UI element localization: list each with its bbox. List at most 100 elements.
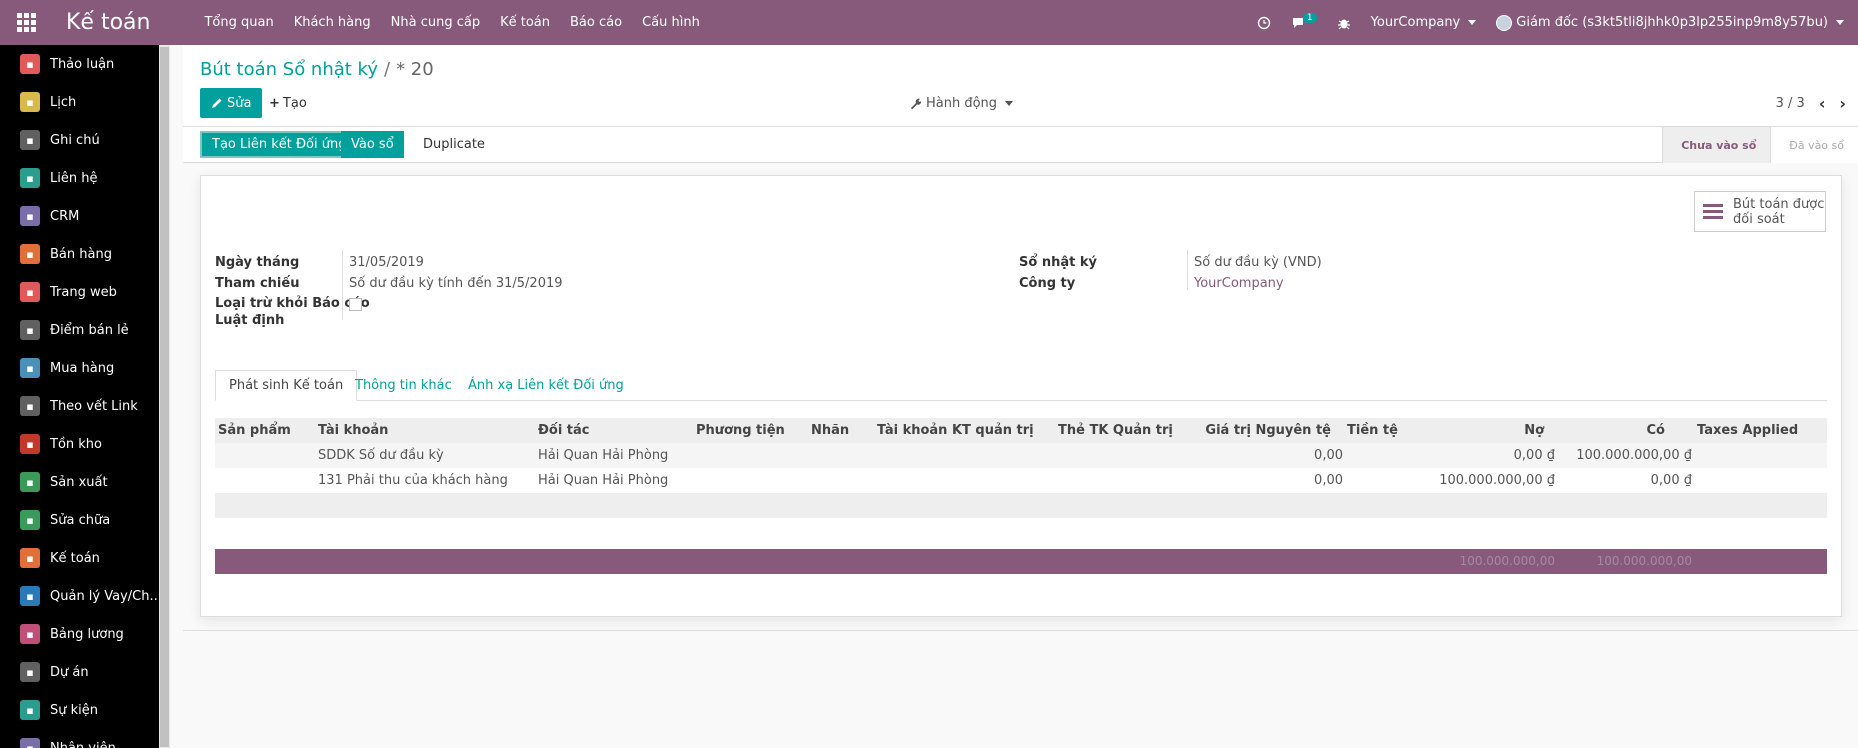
tab-counterpart-mapping[interactable]: Ánh xạ Liên kết Đối ứng <box>455 370 637 401</box>
pencil-icon <box>212 98 222 108</box>
sidebar-item-label: Điểm bán lẻ <box>50 322 129 338</box>
apps-menu-button[interactable] <box>0 0 52 45</box>
top-menu: Tổng quan Khách hàng Nhà cung cấp Kế toá… <box>194 15 709 30</box>
post-button[interactable]: Vào sổ <box>341 131 404 158</box>
company-link[interactable]: YourCompany <box>1194 276 1284 291</box>
company-switcher[interactable]: YourCompany <box>1371 15 1477 30</box>
app-sidebar: ▪ Thảo luận ▪ Lịch ▪ Ghi chú ▪ Liên hệ ▪ CRM ▪ Bán … <box>0 45 170 748</box>
journal-value: Số dư đầu kỳ (VND) <box>1194 255 1322 270</box>
chevron-right-icon[interactable]: › <box>1839 94 1846 113</box>
chat-icon: ▪ <box>20 54 40 74</box>
sidebar-item-15[interactable]: ▪ Bảng lương <box>0 615 170 653</box>
sidebar-item-label: Sản xuất <box>50 474 108 490</box>
caret-down-icon <box>1836 20 1844 25</box>
tab-other-info[interactable]: Thông tin khác <box>342 370 465 401</box>
sidebar-item-label: Trang web <box>50 284 117 300</box>
date-label: Ngày tháng <box>215 255 300 270</box>
grid-icon <box>16 13 36 32</box>
reconciled-entries-button[interactable]: Bút toán được đối soát <box>1694 191 1826 232</box>
menu-customers[interactable]: Khách hàng <box>284 15 381 30</box>
sidebar-item-10[interactable]: ▪ Tồn kho <box>0 425 170 463</box>
bug-icon[interactable] <box>1337 16 1351 30</box>
sidebar-item-17[interactable]: ▪ Sự kiện <box>0 691 170 729</box>
sidebar-item-3[interactable]: ▪ Liên hệ <box>0 159 170 197</box>
create-link-button[interactable]: Tạo Liên kết Đối ứng <box>200 131 359 158</box>
link-icon: ▪ <box>20 396 40 416</box>
menu-accounting[interactable]: Kế toán <box>490 15 560 30</box>
exclude-checkbox[interactable] <box>349 298 362 311</box>
menu-vendors[interactable]: Nhà cung cấp <box>381 15 490 30</box>
pager-value[interactable]: 3 / 3 <box>1776 96 1805 111</box>
exclude-label: Loại trừ khỏi Báo cáo Luật định <box>215 296 370 328</box>
menu-overview[interactable]: Tổng quan <box>194 15 283 30</box>
create-button[interactable]: + Tạo <box>269 88 307 118</box>
chart-icon: ▪ <box>20 244 40 264</box>
globe-icon: ▪ <box>20 282 40 302</box>
contact-icon: ▪ <box>20 168 40 188</box>
sidebar-item-label: Quản lý Vay/Ch... <box>50 588 162 604</box>
table-row[interactable]: SDDK Số dư đầu kỳ Hải Quan Hải Phòng 0,0… <box>215 443 1827 468</box>
stage-posted[interactable]: Đã vào sổ <box>1770 127 1858 163</box>
sidebar-item-11[interactable]: ▪ Sản xuất <box>0 463 170 501</box>
action-dropdown[interactable]: Hành động <box>909 88 1014 118</box>
card-icon: ▪ <box>20 358 40 378</box>
sidebar-item-9[interactable]: ▪ Theo vết Link <box>0 387 170 425</box>
app-brand: Kế toán <box>66 10 151 35</box>
sidebar-item-7[interactable]: ▪ Điểm bán lẻ <box>0 311 170 349</box>
sidebar-item-8[interactable]: ▪ Mua hàng <box>0 349 170 387</box>
journal-items-table: Sản phẩm Tài khoản Đối tác Phương tiện N… <box>215 418 1827 543</box>
main-content: Bút toán Sổ nhật ký / * 20 Sửa + Tạo Hành … <box>183 45 1858 748</box>
menu-reporting[interactable]: Báo cáo <box>560 15 632 30</box>
calendar-icon: ▪ <box>20 92 40 112</box>
sidebar-item-label: Bán hàng <box>50 246 112 262</box>
pos-icon: ▪ <box>20 320 40 340</box>
company-name: YourCompany <box>1370 15 1461 30</box>
user-menu[interactable]: Giám đốc (s3kt5tli8jhhk0p3lp255inp9m8y57… <box>1496 14 1844 31</box>
sidebar-item-label: Mua hàng <box>50 360 115 376</box>
sidebar-item-18[interactable]: ▪ Nhân viên <box>0 729 170 748</box>
sidebar-item-16[interactable]: ▪ Dự án <box>0 653 170 691</box>
sidebar-item-label: CRM <box>50 208 80 224</box>
sidebar-item-label: Lịch <box>50 94 77 110</box>
notebook-tabs: Phát sinh Kế toán Thông tin khác Ánh xạ … <box>215 370 1827 401</box>
status-stages: Chưa vào sổ Đã vào sổ <box>1662 127 1858 163</box>
table-header: Sản phẩm Tài khoản Đối tác Phương tiện N… <box>215 418 1827 443</box>
control-panel: Bút toán Sổ nhật ký / * 20 Sửa + Tạo Hành … <box>183 45 1858 127</box>
messages-badge: 1 <box>1302 12 1317 23</box>
sidebar-item-2[interactable]: ▪ Ghi chú <box>0 121 170 159</box>
breadcrumb-current: * 20 <box>396 59 434 80</box>
messages-button[interactable]: 1 <box>1291 12 1317 30</box>
plus-icon: + <box>269 95 280 111</box>
box-icon: ▪ <box>20 434 40 454</box>
edit-button[interactable]: Sửa <box>200 88 263 118</box>
sidebar-item-4[interactable]: ▪ CRM <box>0 197 170 235</box>
ref-value: Số dư đầu kỳ tính đến 31/5/2019 <box>349 276 563 291</box>
sidebar-item-12[interactable]: ▪ Sửa chữa <box>0 501 170 539</box>
chevron-left-icon[interactable]: ‹ <box>1819 94 1826 113</box>
breadcrumb: Bút toán Sổ nhật ký / * 20 <box>200 59 434 80</box>
top-navbar: Kế toán Tổng quan Khách hàng Nhà cung cấ… <box>0 0 1858 45</box>
duplicate-button[interactable]: Duplicate <box>413 131 495 158</box>
sidebar-item-6[interactable]: ▪ Trang web <box>0 273 170 311</box>
stage-draft[interactable]: Chưa vào sổ <box>1662 127 1771 163</box>
sidebar-item-0[interactable]: ▪ Thảo luận <box>0 45 170 83</box>
sidebar-item-14[interactable]: ▪ Quản lý Vay/Ch... <box>0 577 170 615</box>
sidebar-item-label: Bảng lương <box>50 626 124 642</box>
sidebar-item-13[interactable]: ▪ Kế toán <box>0 539 170 577</box>
ledger-icon: ▪ <box>20 548 40 568</box>
systray: 1 YourCompany Giám đốc (s3kt5tli8jhhk0p3… <box>1237 0 1844 45</box>
sidebar-item-label: Thảo luận <box>50 56 115 72</box>
note-icon: ▪ <box>20 130 40 150</box>
ref-label: Tham chiếu <box>215 276 300 291</box>
tab-journal-items[interactable]: Phát sinh Kế toán <box>215 370 358 401</box>
menu-configuration[interactable]: Cấu hình <box>632 15 710 30</box>
sidebar-item-label: Theo vết Link <box>50 398 138 414</box>
sidebar-scrollbar[interactable] <box>159 45 170 748</box>
sidebar-item-1[interactable]: ▪ Lịch <box>0 83 170 121</box>
sidebar-item-5[interactable]: ▪ Bán hàng <box>0 235 170 273</box>
clock-icon[interactable] <box>1257 16 1271 30</box>
table-row[interactable]: 131 Phải thu của khách hàng Hải Quan Hải… <box>215 468 1827 493</box>
sidebar-item-label: Kế toán <box>50 550 100 566</box>
handshake-icon: ▪ <box>20 206 40 226</box>
breadcrumb-parent[interactable]: Bút toán Sổ nhật ký <box>200 59 378 80</box>
